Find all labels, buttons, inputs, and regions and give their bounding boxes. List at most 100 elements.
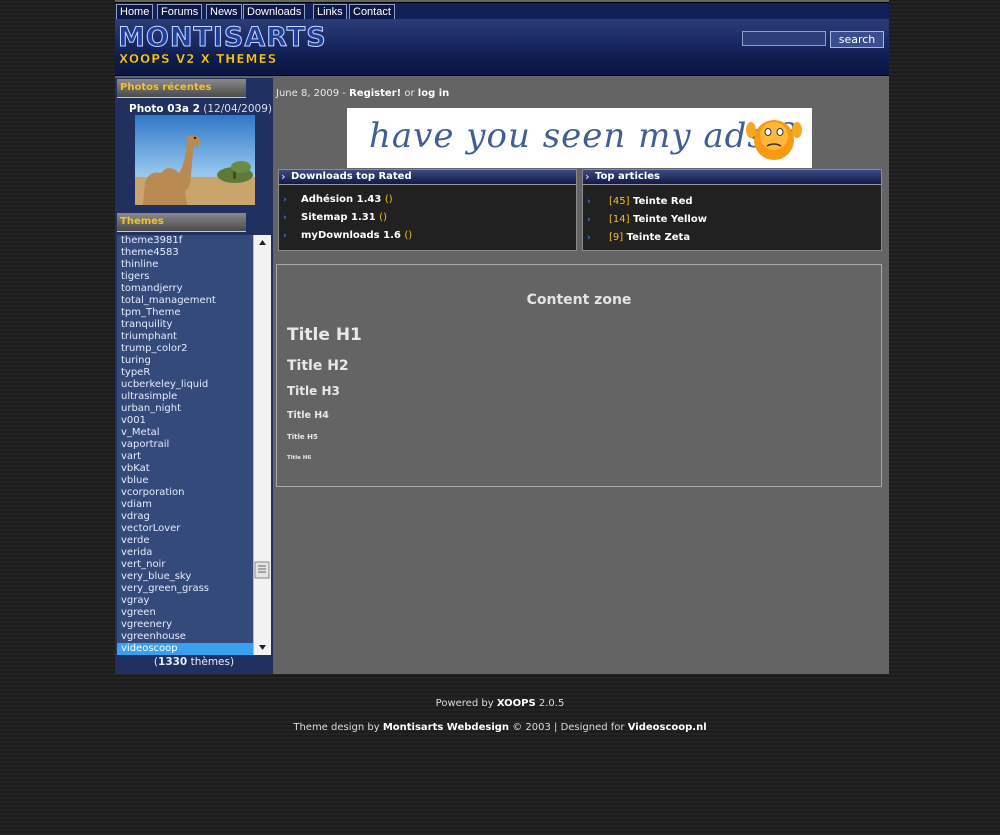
theme-option[interactable]: vart <box>117 451 271 463</box>
theme-option[interactable]: videoscoop <box>117 643 271 655</box>
theme-option[interactable]: theme4583 <box>117 247 271 259</box>
nav-contact[interactable]: Contact <box>349 4 395 19</box>
theme-option[interactable]: vgreenery <box>117 619 271 631</box>
theme-option[interactable]: very_green_grass <box>117 583 271 595</box>
download-item[interactable]: › Sitemap 1.31 () <box>279 209 576 227</box>
nav-downloads[interactable]: Downloads <box>243 4 306 19</box>
download-rating: () <box>384 194 393 205</box>
content-zone: Content zone Title H1 Title H2 Title H3 … <box>276 264 882 487</box>
download-name[interactable]: myDownloads 1.6 <box>301 230 401 241</box>
article-item[interactable]: › [14] Teinte Yellow <box>583 211 881 229</box>
search-input[interactable] <box>742 31 826 46</box>
designer-link[interactable]: Montisarts Webdesign <box>383 722 509 733</box>
footer-powered: Powered by XOOPS 2.0.5 <box>0 698 1000 709</box>
search-button[interactable]: search <box>830 31 884 48</box>
theme-option[interactable]: v001 <box>117 415 271 427</box>
theme-option[interactable]: verde <box>117 535 271 547</box>
theme-option[interactable]: vgreen <box>117 607 271 619</box>
client-link[interactable]: Videoscoop.nl <box>628 722 707 733</box>
themes-listbox[interactable]: theme3981f theme4583 thinline tigers tomandj… <box>117 235 271 655</box>
theme-option[interactable]: tomandjerry <box>117 283 271 295</box>
page-wrapper: Home Forums News Downloads Links Contact… <box>115 0 889 674</box>
theme-option[interactable]: vcorporation <box>117 487 271 499</box>
theme-option[interactable]: theme3981f <box>117 235 271 247</box>
theme-option[interactable]: thinline <box>117 259 271 271</box>
site-logo[interactable]: MONTISARTS <box>118 23 327 52</box>
themes-count-number: 1330 <box>158 656 188 668</box>
smiley-icon <box>746 120 802 160</box>
footer-powered-text: Powered by <box>435 698 497 709</box>
theme-option[interactable]: verida <box>117 547 271 559</box>
or-text: or <box>401 88 418 99</box>
theme-option[interactable]: tigers <box>117 271 271 283</box>
download-item[interactable]: › myDownloads 1.6 () <box>279 227 576 245</box>
content-zone-title: Content zone <box>526 292 632 308</box>
xoops-link[interactable]: XOOPS <box>497 698 536 709</box>
footer-version: 2.0.5 <box>535 698 565 709</box>
theme-option[interactable]: ucberkeley_liquid <box>117 379 271 391</box>
ad-banner[interactable]: have you seen my ads ? <box>347 108 812 168</box>
theme-option[interactable]: urban_night <box>117 403 271 415</box>
articles-panel-title: Top articles <box>595 171 660 182</box>
theme-option[interactable]: v_Metal <box>117 427 271 439</box>
nav-links[interactable]: Links <box>313 4 347 19</box>
register-link[interactable]: Register! <box>349 88 401 99</box>
chevron-right-icon: › <box>281 170 286 183</box>
date-bar: June 8, 2009 - Register! or log in <box>276 88 449 99</box>
download-name[interactable]: Adhésion 1.43 <box>301 194 381 205</box>
bullet-icon: › <box>283 195 287 205</box>
current-date: June 8, 2009 - <box>276 88 350 99</box>
downloads-panel-title: Downloads top Rated <box>291 171 412 182</box>
footer-design-prefix: Theme design by <box>293 722 383 733</box>
theme-option[interactable]: triumphant <box>117 331 271 343</box>
site-header: MONTISARTS XOOPS V2 X THEMES search <box>115 19 889 76</box>
themes-count-suffix: thèmes) <box>187 656 235 668</box>
title-h6: Title H6 <box>287 455 312 461</box>
themes-block-title: Themes <box>117 213 246 232</box>
nav-forums[interactable]: Forums <box>157 4 203 19</box>
article-name[interactable]: Teinte Zeta <box>627 232 690 243</box>
downloads-panel-header: › Downloads top Rated <box>279 170 576 185</box>
article-name[interactable]: Teinte Yellow <box>633 214 707 225</box>
title-h2: Title H2 <box>287 358 349 374</box>
download-item[interactable]: › Adhésion 1.43 () <box>279 191 576 209</box>
article-item[interactable]: › [45] Teinte Red <box>583 193 881 211</box>
theme-option[interactable]: vbKat <box>117 463 271 475</box>
camel-photo[interactable] <box>135 115 255 205</box>
themes-scrollbar[interactable] <box>253 235 271 655</box>
theme-option[interactable]: ultrasimple <box>117 391 271 403</box>
theme-option[interactable]: very_blue_sky <box>117 571 271 583</box>
theme-option[interactable]: tpm_Theme <box>117 307 271 319</box>
theme-option[interactable]: vgreenhouse <box>117 631 271 643</box>
article-count: [45] <box>609 196 630 207</box>
theme-option[interactable]: vectorLover <box>117 523 271 535</box>
theme-option[interactable]: typeR <box>117 367 271 379</box>
theme-option[interactable]: total_management <box>117 295 271 307</box>
footer-copyright: © 2003 | Designed for <box>509 722 628 733</box>
theme-option[interactable]: trump_color2 <box>117 343 271 355</box>
downloads-panel: › Downloads top Rated › Adhésion 1.43 ()… <box>278 169 577 251</box>
login-link[interactable]: log in <box>418 88 449 99</box>
photo-name[interactable]: Photo 03a 2 <box>129 103 200 115</box>
theme-option[interactable]: vgray <box>117 595 271 607</box>
title-h1: Title H1 <box>287 325 362 345</box>
theme-option[interactable]: vblue <box>117 475 271 487</box>
theme-option[interactable]: vdrag <box>117 511 271 523</box>
nav-news[interactable]: News <box>206 4 242 19</box>
theme-option[interactable]: tranquility <box>117 319 271 331</box>
article-name[interactable]: Teinte Red <box>633 196 693 207</box>
nav-home[interactable]: Home <box>116 4 154 19</box>
download-rating: () <box>379 212 387 223</box>
left-sidebar: Photos récentes Photo 03a 2 (12/04/2009) <box>115 78 273 674</box>
chevron-right-icon: › <box>585 170 590 183</box>
theme-option[interactable]: vert_noir <box>117 559 271 571</box>
article-count: [9] <box>609 232 624 243</box>
theme-option[interactable]: turing <box>117 355 271 367</box>
theme-option[interactable]: vdiam <box>117 499 271 511</box>
photo-caption[interactable]: Photo 03a 2 (12/04/2009) <box>129 103 272 115</box>
theme-option[interactable]: vaportrail <box>117 439 271 451</box>
download-name[interactable]: Sitemap 1.31 <box>301 212 376 223</box>
bullet-icon: › <box>283 231 287 241</box>
article-item[interactable]: › [9] Teinte Zeta <box>583 229 881 247</box>
download-rating: () <box>404 230 413 241</box>
